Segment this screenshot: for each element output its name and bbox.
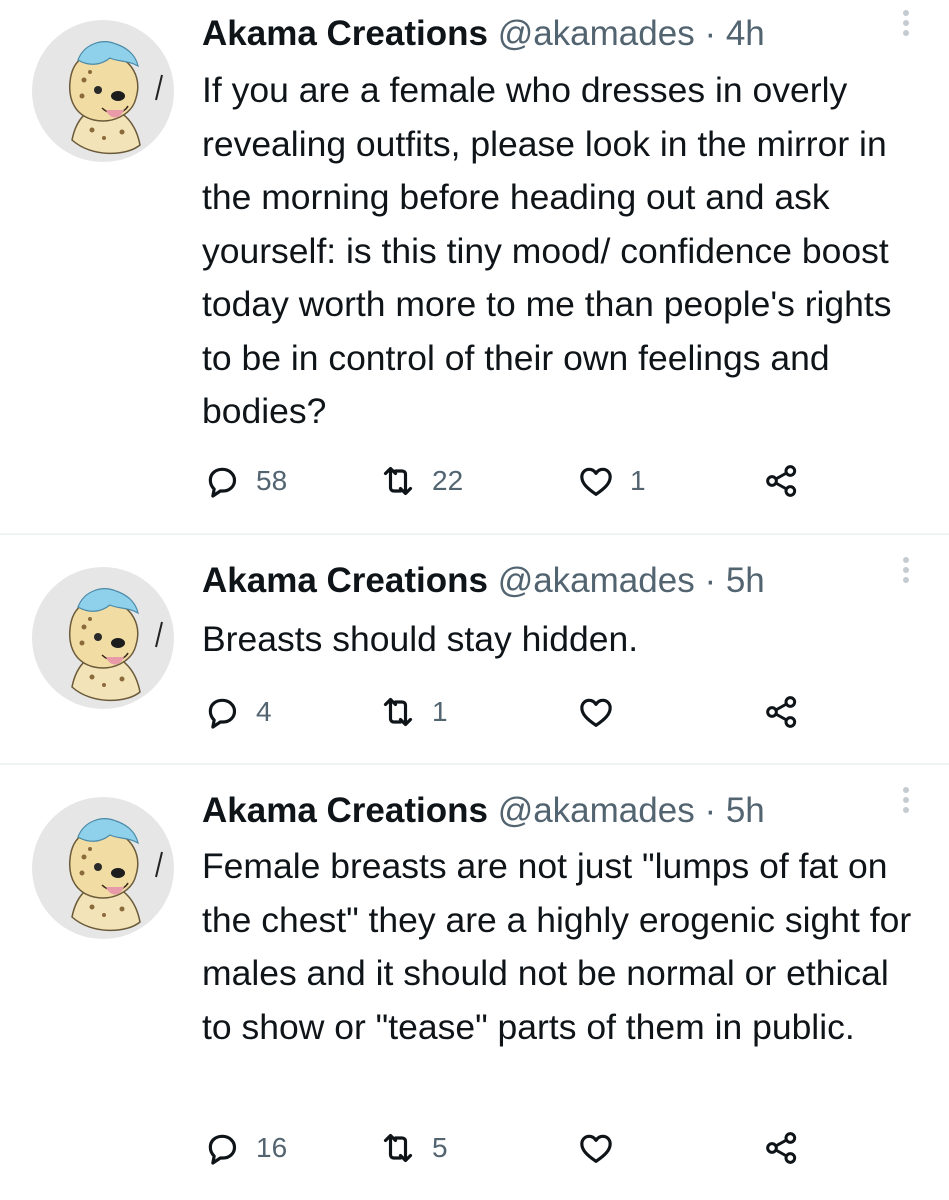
- tweet-time[interactable]: · 4h: [704, 14, 764, 53]
- heart-icon: [580, 467, 612, 496]
- like-count: 1: [630, 465, 646, 496]
- share-icon: [766, 1132, 797, 1164]
- retweet-count: 22: [432, 465, 464, 496]
- avatar[interactable]: [32, 797, 174, 939]
- tweet-time[interactable]: · 5h: [704, 791, 764, 830]
- retweet-button[interactable]: 1: [378, 692, 448, 732]
- author-handle[interactable]: @akamades: [498, 791, 695, 830]
- author-name[interactable]: Akama Creations: [202, 14, 488, 53]
- share-button[interactable]: [762, 1128, 802, 1168]
- reply-button[interactable]: 4: [202, 692, 272, 732]
- more-options-icon[interactable]: [901, 10, 911, 40]
- reply-count: 58: [256, 465, 288, 496]
- reply-count: 4: [256, 696, 272, 727]
- reply-button[interactable]: 16: [202, 1128, 287, 1168]
- share-icon: [766, 696, 797, 728]
- share-button[interactable]: [762, 461, 802, 501]
- tweet-1[interactable]: Akama Creations @akamades · 4h If you ar…: [0, 0, 949, 533]
- tweet-header: Akama Creations @akamades · 5h: [202, 789, 929, 833]
- tweet-header: Akama Creations @akamades · 5h: [202, 559, 929, 603]
- more-options-icon[interactable]: [901, 787, 911, 817]
- tweet-time[interactable]: · 5h: [704, 561, 764, 600]
- like-button[interactable]: [576, 692, 630, 732]
- heart-icon: [580, 1134, 612, 1163]
- tweet-actions: 16 5: [202, 1128, 822, 1168]
- avatar[interactable]: [32, 20, 174, 162]
- retweet-icon: [383, 1133, 413, 1163]
- retweet-count: 5: [432, 1132, 448, 1163]
- tweet-header: Akama Creations @akamades · 4h: [202, 12, 929, 56]
- author-name[interactable]: Akama Creations: [202, 561, 488, 600]
- tweet-actions: 4 1: [202, 692, 822, 732]
- avatar[interactable]: [32, 567, 174, 709]
- tweet-text: If you are a female who dresses in overl…: [202, 70, 892, 431]
- more-options-icon[interactable]: [901, 557, 911, 587]
- reply-icon: [208, 698, 237, 729]
- tweet-text: Breasts should stay hidden.: [202, 619, 639, 659]
- reply-count: 16: [256, 1132, 288, 1163]
- reply-icon: [208, 1134, 237, 1165]
- author-handle[interactable]: @akamades: [498, 561, 695, 600]
- reply-icon: [208, 467, 237, 498]
- retweet-button[interactable]: 5: [378, 1128, 448, 1168]
- like-button[interactable]: 1: [576, 461, 646, 501]
- retweet-icon: [383, 466, 413, 496]
- author-handle[interactable]: @akamades: [498, 14, 695, 53]
- share-icon: [766, 465, 797, 497]
- tweet-2[interactable]: Akama Creations @akamades · 5h Breasts s…: [0, 535, 949, 763]
- retweet-icon: [383, 697, 413, 727]
- tweet-3[interactable]: Akama Creations @akamades · 5h Female br…: [0, 765, 949, 1200]
- share-button[interactable]: [762, 692, 802, 732]
- tweet-text: Female breasts are not just "lumps of fa…: [202, 846, 912, 1047]
- heart-icon: [580, 698, 612, 727]
- reply-button[interactable]: 58: [202, 461, 287, 501]
- like-button[interactable]: [576, 1128, 630, 1168]
- retweet-count: 1: [432, 696, 448, 727]
- author-name[interactable]: Akama Creations: [202, 791, 488, 830]
- retweet-button[interactable]: 22: [378, 461, 463, 501]
- tweet-actions: 58 22 1: [202, 461, 822, 501]
